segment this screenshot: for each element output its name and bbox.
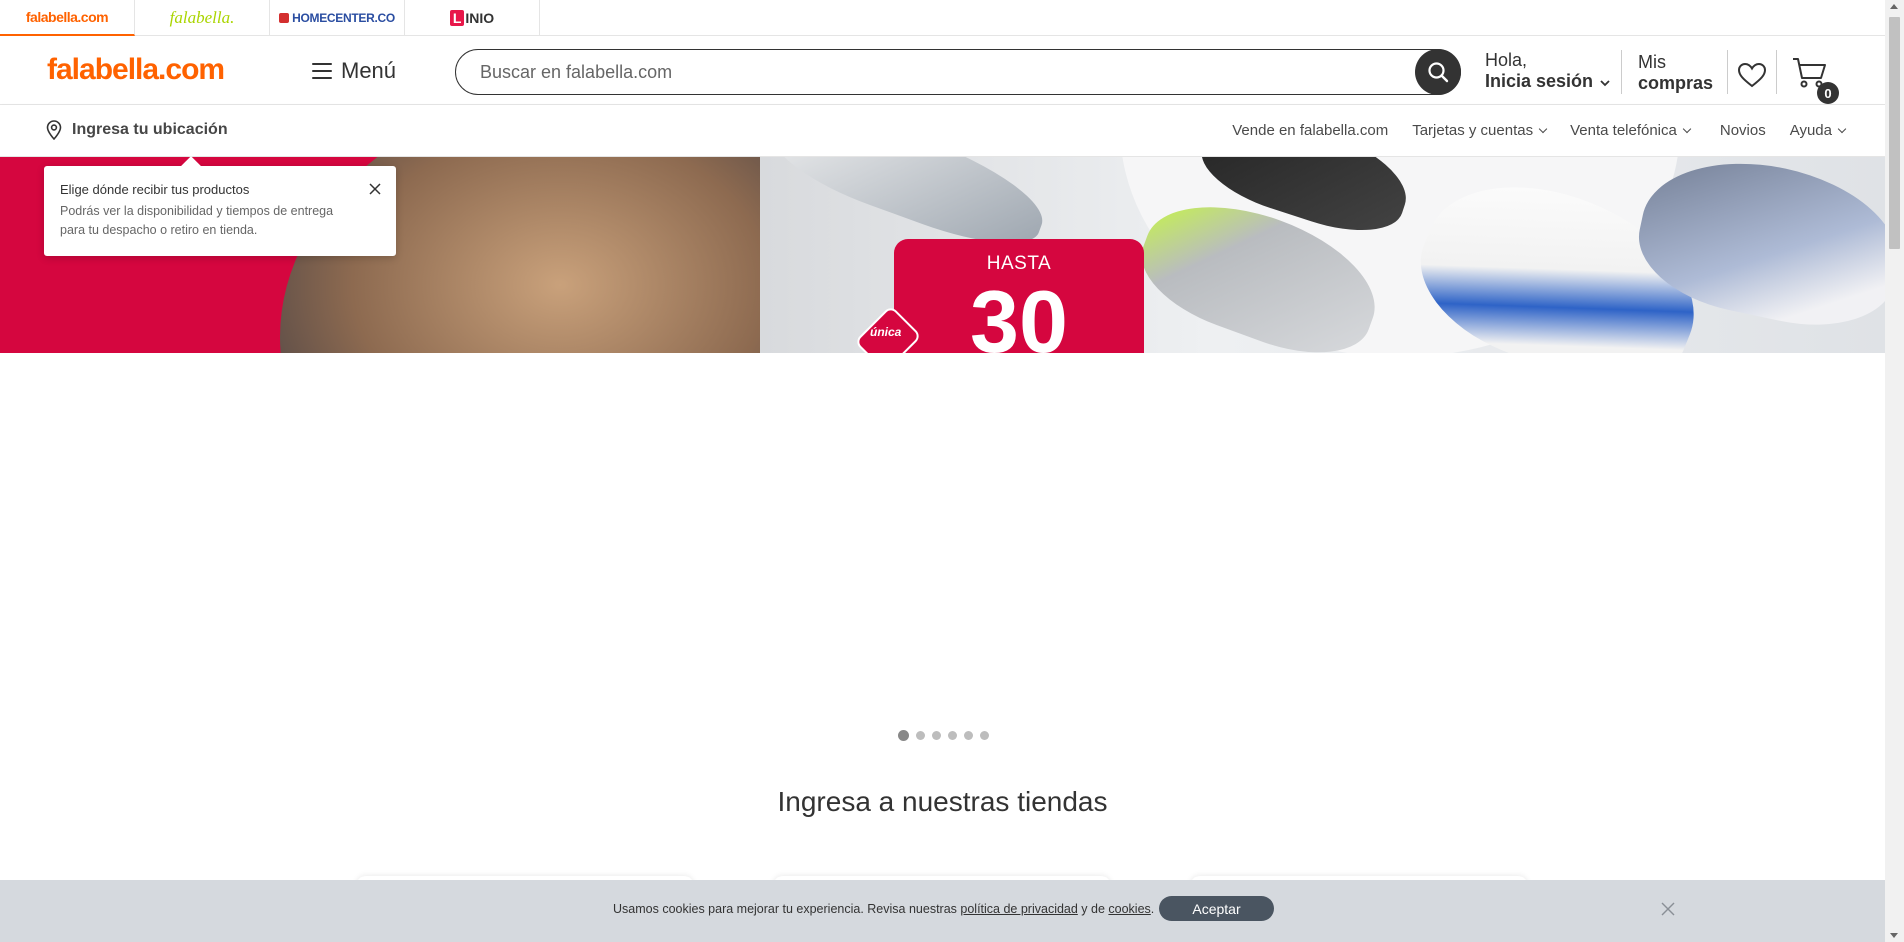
nav-item-label: Venta telefónica bbox=[1570, 122, 1677, 139]
chevron-down-icon bbox=[1600, 80, 1610, 87]
cookie-text-before: Usamos cookies para mejorar tu experienc… bbox=[613, 902, 961, 916]
wishlist-button[interactable] bbox=[1737, 62, 1767, 93]
close-icon bbox=[369, 183, 381, 195]
chevron-down-icon bbox=[1837, 124, 1847, 134]
carousel-dots bbox=[898, 730, 996, 741]
account-greeting: Hola, bbox=[1485, 50, 1528, 70]
chevron-down-icon bbox=[1538, 124, 1548, 134]
search-bar bbox=[455, 49, 1461, 95]
cookie-close-button[interactable] bbox=[1660, 901, 1676, 922]
location-tooltip: Elige dónde recibir tus productos Podrás… bbox=[44, 166, 396, 256]
brand-bar: falabella.com falabella. HOMECENTER.CO L… bbox=[0, 0, 1885, 36]
nav-item-novios[interactable]: Novios bbox=[1720, 122, 1766, 139]
cookie-text-end: . bbox=[1150, 902, 1155, 916]
close-icon bbox=[1661, 902, 1675, 916]
sub-header: Ingresa tu ubicación Vende en falabella.… bbox=[0, 105, 1885, 157]
brand-tab-label: INIO bbox=[465, 10, 495, 26]
promo-tag-label: única bbox=[870, 325, 902, 339]
menu-label: Menú bbox=[341, 58, 397, 83]
divider bbox=[1621, 50, 1622, 94]
site-logo[interactable]: falabella.com bbox=[47, 53, 225, 87]
brand-tab-label: HOMECENTER.CO bbox=[292, 11, 395, 25]
cart-count-badge: 0 bbox=[1817, 82, 1839, 104]
location-label: Ingresa tu ubicación bbox=[72, 121, 228, 138]
nav-item-label: Ayuda bbox=[1789, 122, 1832, 139]
carousel-dot[interactable] bbox=[916, 731, 925, 740]
promo-card: HASTA 30 bbox=[894, 239, 1144, 353]
menu-button[interactable]: Menú bbox=[312, 58, 396, 84]
homecenter-logo-icon bbox=[279, 13, 290, 23]
scroll-down-arrow-icon[interactable] bbox=[1890, 933, 1898, 938]
account-menu[interactable]: Hola, Inicia sesión bbox=[1485, 50, 1610, 92]
cookie-text: Usamos cookies para mejorar tu experienc… bbox=[613, 902, 1154, 916]
secondary-nav: Vende en falabella.com Tarjetas y cuenta… bbox=[1208, 122, 1847, 139]
carousel-dot[interactable] bbox=[932, 731, 941, 740]
divider bbox=[1776, 50, 1777, 94]
nav-item-cards[interactable]: Tarjetas y cuentas bbox=[1412, 122, 1548, 139]
brand-tab-linio[interactable]: L INIO bbox=[405, 0, 540, 36]
stores-section-title: Ingresa a nuestras tiendas bbox=[777, 786, 1108, 817]
linio-logo-icon: L bbox=[449, 10, 465, 26]
page-scrollbar[interactable] bbox=[1885, 0, 1904, 942]
location-selector[interactable]: Ingresa tu ubicación bbox=[46, 120, 228, 140]
tooltip-close-button[interactable] bbox=[368, 182, 382, 201]
nav-item-help[interactable]: Ayuda bbox=[1789, 122, 1847, 139]
heart-icon bbox=[1737, 62, 1767, 88]
tooltip-title: Elige dónde recibir tus productos bbox=[60, 182, 250, 197]
search-icon bbox=[1428, 62, 1449, 83]
scroll-up-arrow-icon[interactable] bbox=[1890, 4, 1898, 9]
location-pin-icon bbox=[46, 120, 62, 140]
promo-number: 30 bbox=[970, 272, 1068, 354]
divider bbox=[1727, 50, 1728, 94]
brand-tab-homecenter[interactable]: HOMECENTER.CO bbox=[270, 0, 405, 36]
orders-label-line2: compras bbox=[1638, 73, 1714, 93]
cookie-text-mid: y de bbox=[1077, 902, 1109, 916]
carousel-dot[interactable] bbox=[964, 731, 973, 740]
carousel-dot[interactable] bbox=[980, 731, 989, 740]
nav-item-phone-sales[interactable]: Venta telefónica bbox=[1570, 122, 1692, 139]
page: falabella.com falabella. HOMECENTER.CO L… bbox=[0, 0, 1885, 942]
hamburger-icon bbox=[312, 63, 332, 79]
cookies-policy-link[interactable]: cookies bbox=[1108, 902, 1150, 916]
brand-tab-falabella-com[interactable]: falabella.com bbox=[0, 0, 135, 36]
cookie-banner: Usamos cookies para mejorar tu experienc… bbox=[0, 880, 1885, 942]
nav-item-label: Novios bbox=[1719, 122, 1766, 139]
my-orders-link[interactable]: Mis compras bbox=[1638, 52, 1713, 94]
carousel-dot[interactable] bbox=[898, 730, 909, 741]
chevron-down-icon bbox=[1682, 124, 1692, 134]
main-header: falabella.com Menú Hola, Inicia sesión bbox=[0, 36, 1885, 105]
brand-tab-label: falabella. bbox=[169, 8, 235, 27]
orders-label-line1: Mis bbox=[1638, 52, 1666, 72]
accept-cookies-button[interactable]: Aceptar bbox=[1159, 896, 1274, 921]
nav-item-sell[interactable]: Vende en falabella.com bbox=[1232, 122, 1388, 139]
privacy-policy-link[interactable]: política de privacidad bbox=[960, 902, 1077, 916]
nav-item-label: Tarjetas y cuentas bbox=[1412, 122, 1534, 139]
tooltip-text: Podrás ver la disponibilidad y tiempos d… bbox=[60, 204, 334, 237]
login-label: Inicia sesión bbox=[1485, 71, 1594, 91]
carousel-dot[interactable] bbox=[948, 731, 957, 740]
nav-item-label: Vende en falabella.com bbox=[1232, 122, 1389, 139]
scrollbar-thumb[interactable] bbox=[1889, 17, 1900, 249]
brand-tab-label: falabella.com bbox=[25, 9, 109, 25]
search-input[interactable] bbox=[456, 61, 1415, 83]
brand-tab-falabella[interactable]: falabella. bbox=[135, 0, 270, 36]
search-button[interactable] bbox=[1415, 49, 1461, 95]
